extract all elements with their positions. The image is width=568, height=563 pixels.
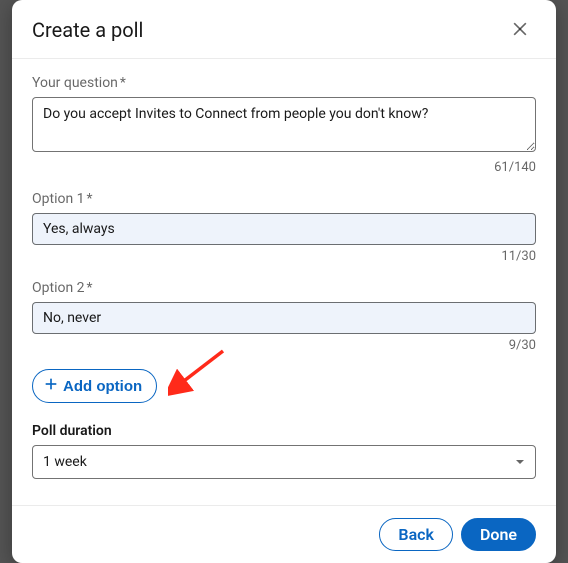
plus-icon xyxy=(43,376,59,396)
option-1-counter: 11/30 xyxy=(32,249,536,264)
modal-footer: Back Done xyxy=(12,506,556,563)
poll-duration-select[interactable]: 1 week xyxy=(32,445,536,479)
add-option-label: Add option xyxy=(63,378,142,395)
question-label: Your question xyxy=(32,75,536,91)
poll-duration-label: Poll duration xyxy=(32,423,536,439)
question-textarea[interactable] xyxy=(32,97,536,152)
modal-title: Create a poll xyxy=(32,18,143,42)
add-option-button[interactable]: Add option xyxy=(32,369,157,403)
back-button[interactable]: Back xyxy=(379,518,453,551)
option-2-input[interactable] xyxy=(32,302,536,334)
option-2-counter: 9/30 xyxy=(32,338,536,353)
create-poll-modal: Create a poll Your question 61/140 Optio… xyxy=(12,0,556,563)
modal-body-scroll[interactable]: Your question 61/140 Option 1 11/30 Opti… xyxy=(12,58,556,506)
modal-header: Create a poll xyxy=(12,0,556,58)
done-button[interactable]: Done xyxy=(461,518,536,551)
option-2-label: Option 2 xyxy=(32,280,536,296)
close-icon xyxy=(510,19,530,42)
question-counter: 61/140 xyxy=(32,160,536,175)
option-1-label: Option 1 xyxy=(32,191,536,207)
close-button[interactable] xyxy=(504,14,536,46)
option-1-input[interactable] xyxy=(32,213,536,245)
